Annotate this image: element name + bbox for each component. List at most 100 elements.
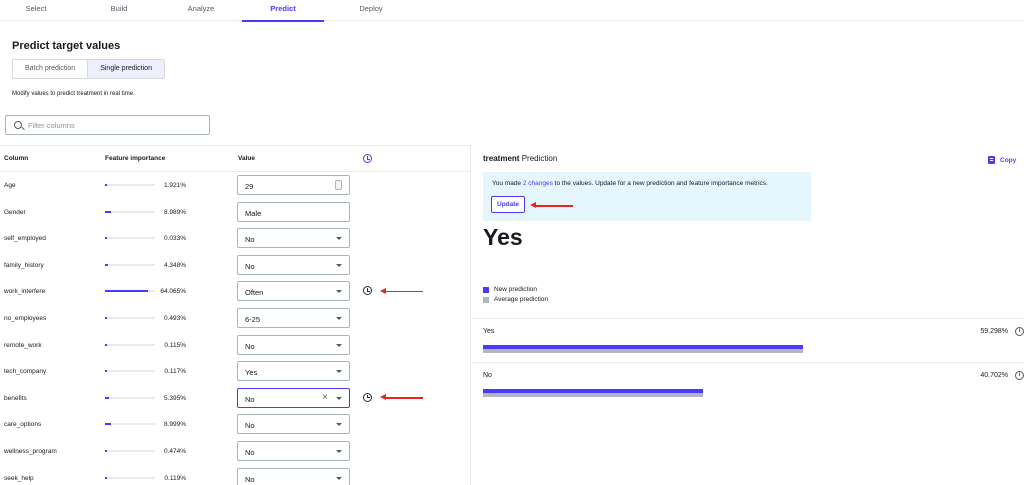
importance-bar: [105, 210, 155, 213]
importance-bar-fill: [105, 423, 111, 426]
tab-label: Analyze: [187, 4, 215, 13]
search-icon: [14, 121, 22, 129]
importance-bar-fill: [105, 290, 148, 293]
reset-value-history-icon[interactable]: [363, 286, 372, 296]
chevron-down-icon[interactable]: [336, 476, 342, 480]
importance-value: 0.115%: [164, 341, 186, 349]
remote-work-value-field[interactable]: No: [237, 334, 350, 355]
changes-link[interactable]: 2 changes: [523, 180, 553, 187]
tab-predict[interactable]: Predict: [242, 0, 324, 22]
care-options-value-field[interactable]: No: [237, 414, 350, 435]
number-stepper-icon[interactable]: [335, 180, 342, 190]
tab-select[interactable]: Select: [0, 0, 72, 21]
class-label: Yes: [483, 328, 495, 335]
table-row: family_history 4.348% No: [0, 252, 470, 279]
value-text: 29: [245, 182, 254, 191]
chevron-down-icon[interactable]: [336, 423, 342, 427]
column-name: wellness_program: [4, 448, 57, 455]
importance-value: 5.395%: [163, 394, 186, 402]
self-employed-value-field[interactable]: No: [237, 228, 350, 249]
seek-help-value-field[interactable]: No: [237, 467, 350, 485]
importance-value: 1.921%: [163, 182, 186, 189]
prediction-title: treatment Prediction: [483, 154, 557, 163]
copy-icon: [988, 156, 995, 164]
importance-bar: [105, 423, 155, 426]
no-employees-value-field[interactable]: 6-25: [237, 308, 350, 328]
class-probability: 40.702%: [980, 372, 1008, 379]
wellness-program-value-field[interactable]: No: [237, 441, 350, 461]
value-header: Value: [238, 155, 255, 162]
reset-value-history-icon[interactable]: [363, 392, 372, 402]
importance-bar-fill: [105, 317, 107, 319]
column-name: self_employed: [4, 235, 46, 243]
table-row: Gender 8.989% Male: [0, 199, 470, 226]
chevron-down-icon[interactable]: [336, 450, 342, 453]
legend-swatch: [483, 296, 489, 303]
importance-bar: [105, 263, 155, 266]
filter-columns-input[interactable]: [28, 118, 198, 132]
info-icon[interactable]: i: [1015, 327, 1024, 336]
average-prediction-bar: [483, 349, 804, 353]
tab-build[interactable]: Build: [83, 0, 155, 21]
importance-bar: [105, 237, 155, 240]
importance-bar-fill: [105, 450, 107, 452]
alert-message: You made 2 changes to the values. Update…: [492, 180, 768, 187]
annotation-arrow: [380, 395, 423, 400]
chevron-down-icon[interactable]: [336, 263, 342, 267]
class-probability: 59.298%: [980, 328, 1008, 335]
Gender-value-field[interactable]: Male: [237, 201, 350, 222]
chevron-down-icon[interactable]: [336, 290, 342, 294]
importance-bar-fill: [105, 263, 108, 266]
chevron-down-icon[interactable]: [336, 317, 342, 320]
value-text: No: [245, 421, 255, 431]
table-row: benefits 5.395% No ×: [0, 385, 470, 412]
importance-value: 0.474%: [163, 448, 186, 455]
value-text: Male: [245, 208, 262, 218]
family-history-value-field[interactable]: No: [237, 254, 350, 275]
update-button[interactable]: Update: [491, 196, 526, 213]
column-name: Gender: [4, 208, 26, 216]
Age-value-field[interactable]: 29: [237, 175, 350, 195]
importance-bar: [105, 396, 155, 399]
work-interfere-value-field[interactable]: Often: [237, 281, 350, 302]
reset-all-history-icon[interactable]: [363, 154, 372, 163]
target-name: treatment: [483, 154, 520, 163]
importance-value: 0.033%: [163, 235, 186, 243]
batch-prediction-button[interactable]: Batch prediction: [13, 60, 88, 78]
benefits-value-field[interactable]: No ×: [237, 387, 350, 408]
importance-value: 0.493%: [163, 315, 186, 322]
tab-deploy[interactable]: Deploy: [335, 0, 407, 21]
prediction-result: Yes: [483, 224, 523, 250]
value-text: No: [245, 448, 255, 457]
importance-bar-fill: [105, 370, 107, 373]
info-icon[interactable]: i: [1015, 371, 1024, 380]
tab-analyze[interactable]: Analyze: [165, 0, 237, 21]
annotation-arrow: [530, 202, 573, 208]
chevron-down-icon[interactable]: [336, 343, 342, 347]
tab-label: Select: [25, 4, 47, 13]
copy-label: Copy: [1000, 156, 1017, 164]
chevron-down-icon[interactable]: [336, 396, 342, 400]
chevron-down-icon[interactable]: [336, 370, 342, 374]
prediction-mode-toggle: Batch prediction Single prediction: [12, 59, 165, 79]
clear-icon[interactable]: ×: [322, 392, 328, 404]
copy-button[interactable]: Copy: [988, 156, 1016, 164]
importance-value: 64.065%: [160, 288, 186, 296]
legend-average-prediction: Average prediction: [483, 296, 548, 303]
top-nav: Select Build Analyze Predict Deploy: [0, 0, 1024, 22]
single-prediction-button[interactable]: Single prediction: [87, 60, 164, 78]
value-text: No: [245, 474, 255, 484]
legend-label: New prediction: [494, 286, 537, 293]
column-name: tech_company: [4, 368, 47, 376]
importance-value: 8.999%: [163, 421, 186, 429]
importance-bar-fill: [105, 476, 107, 479]
tab-label: Predict: [270, 4, 296, 13]
legend-label: Average prediction: [494, 296, 549, 303]
tech-company-value-field[interactable]: Yes: [237, 361, 350, 382]
importance-bar: [105, 317, 155, 319]
alert-suffix: to the values. Update for a new predicti…: [552, 180, 768, 187]
importance-bar-fill: [105, 343, 107, 346]
annotation-arrow: [380, 288, 423, 294]
importance-bar: [105, 290, 155, 293]
chevron-down-icon[interactable]: [336, 237, 342, 241]
